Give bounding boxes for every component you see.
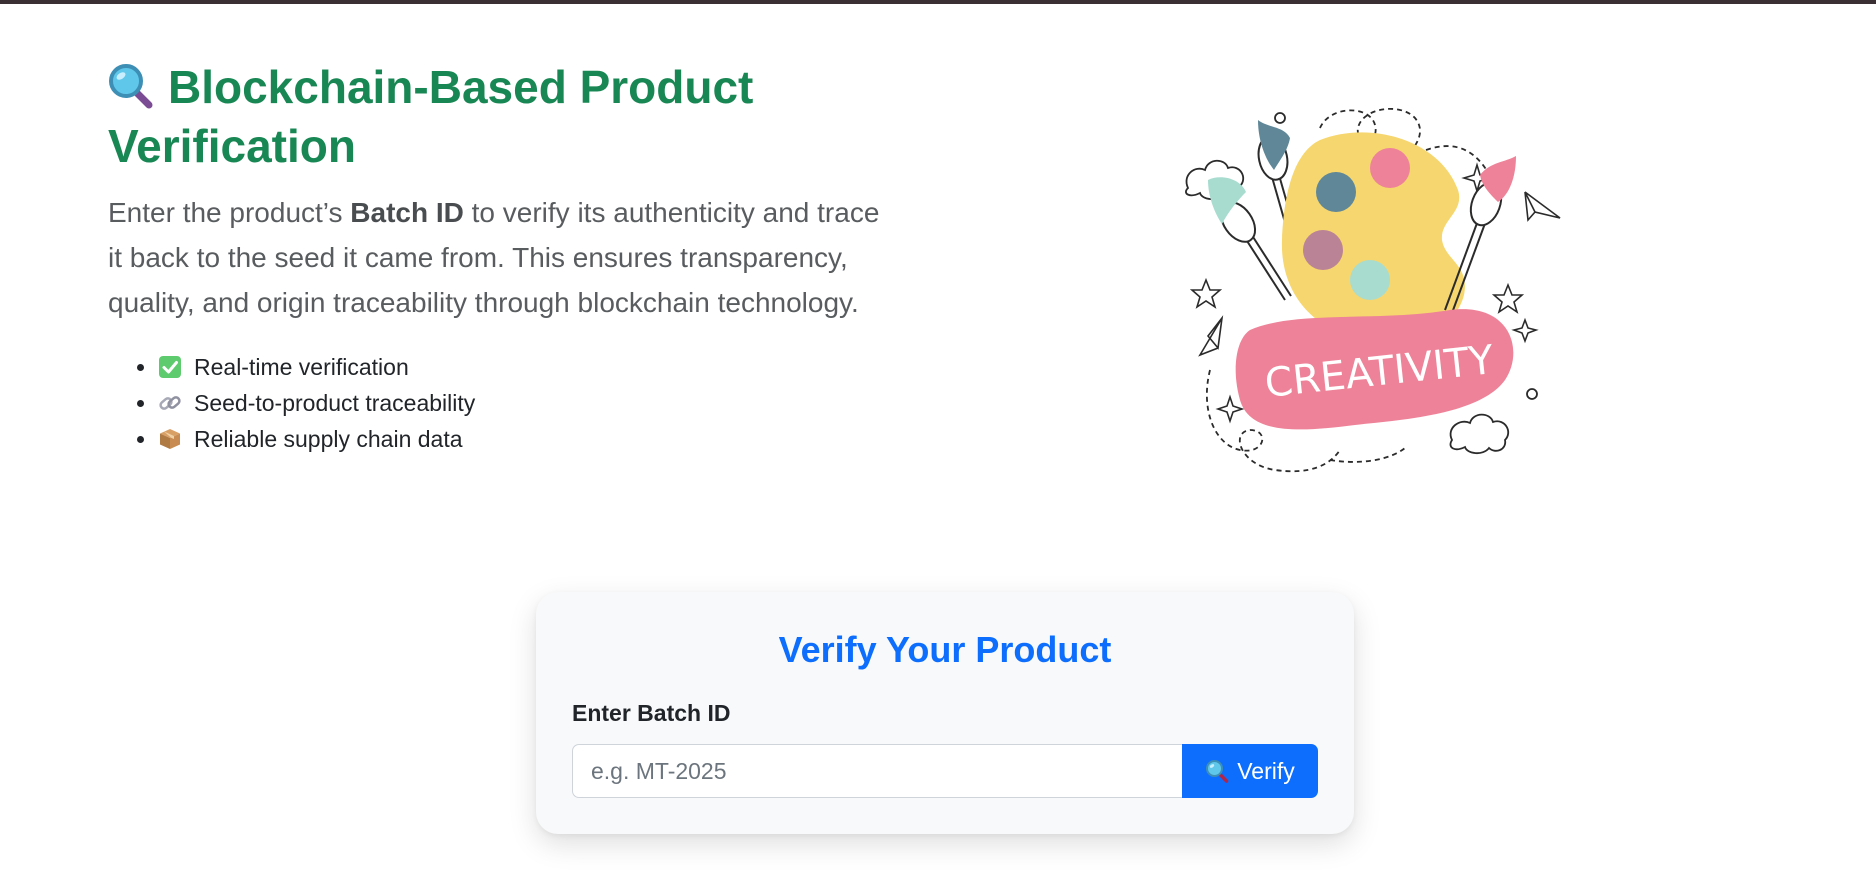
package-icon (160, 429, 180, 449)
feature-item: Seed-to-product traceability (158, 385, 908, 421)
verify-card-title: Verify Your Product (778, 629, 1112, 670)
top-border (0, 0, 1876, 4)
verify-button[interactable]: Verify (1182, 744, 1318, 798)
feature-item: Real-time verification (158, 349, 908, 385)
feature-label: Real-time verification (194, 354, 409, 380)
link-icon (159, 396, 181, 410)
batch-id-input[interactable] (572, 744, 1185, 798)
creativity-illustration: CREATIVITY (1185, 108, 1561, 473)
feature-list: Real-time verification Seed-to-product t… (108, 349, 908, 457)
page-title: Blockchain-Based Product Verification (108, 58, 908, 176)
magnifying-glass-icon (109, 64, 153, 109)
page-title-text: Blockchain-Based Product Verification (108, 61, 754, 172)
verify-button-label: Verify (1237, 757, 1295, 784)
feature-label: Reliable supply chain data (194, 426, 463, 452)
intro-text: Enter the product’s Batch ID to verify i… (108, 190, 888, 325)
intro-text-bold: Batch ID (350, 197, 464, 228)
hero-section: Blockchain-Based Product Verification En… (108, 58, 908, 457)
check-mark-icon (159, 356, 181, 378)
feature-label: Seed-to-product traceability (194, 390, 476, 416)
feature-item: Reliable supply chain data (158, 421, 908, 457)
magnifying-glass-icon (1206, 760, 1229, 783)
verify-card: Verify Your Product Enter Batch ID Verif… (536, 592, 1354, 834)
intro-text-start: Enter the product’s (108, 197, 351, 228)
batch-id-label: Enter Batch ID (572, 700, 731, 726)
